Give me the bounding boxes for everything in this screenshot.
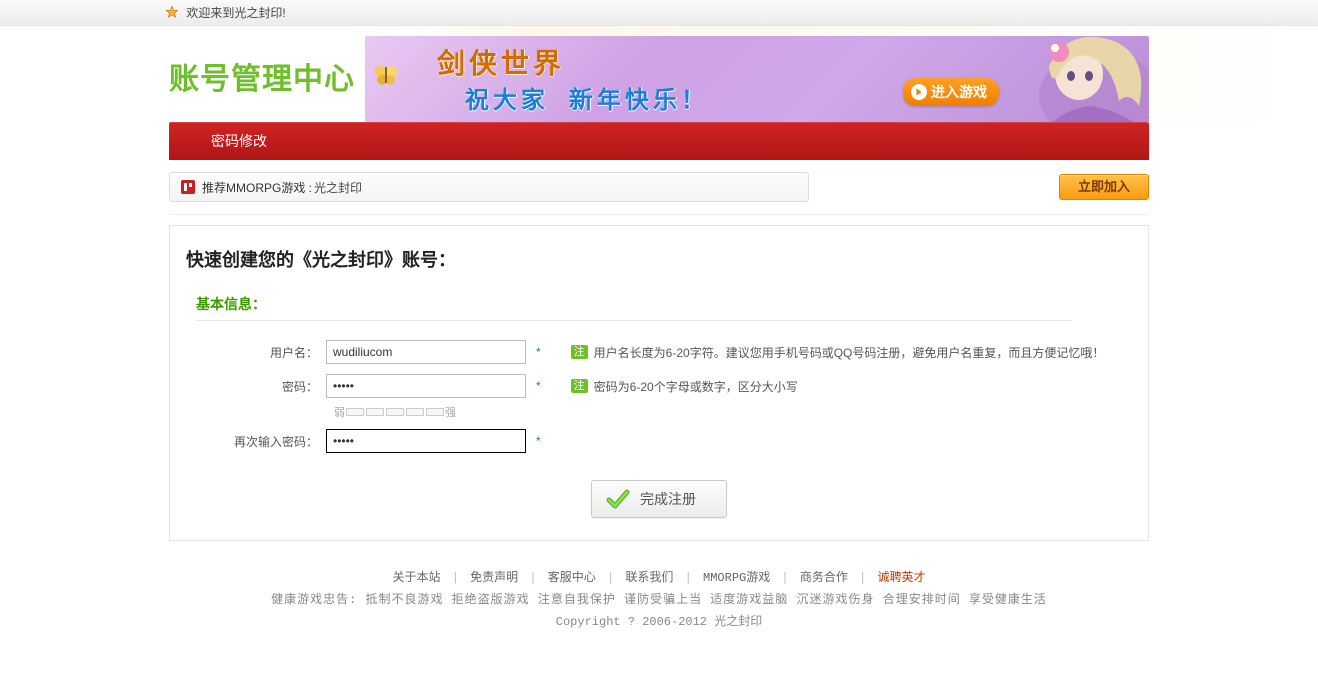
password-hint: 注 密码为6-20个字母或数字，区分大小写 xyxy=(571,378,798,395)
section-title: 基本信息： xyxy=(196,294,1072,321)
recommend-label: 推荐MMORPG游戏 : xyxy=(202,179,312,196)
separator: | xyxy=(677,571,699,585)
hint-badge: 注 xyxy=(571,379,588,393)
banner-subtitle: 祝大家 新年快乐！ xyxy=(465,80,709,115)
register-form: 用户名： * 注 用户名长度为6-20字符。建议您用手机号码或QQ号码注册，避免… xyxy=(186,335,1132,458)
recommend-game-link[interactable]: 光之封印 xyxy=(314,179,362,196)
recommend-row: 推荐MMORPG游戏 : 光之封印 立即加入 xyxy=(169,160,1149,215)
site-logo: 账号管理中心 xyxy=(169,36,355,118)
recommend-box: 推荐MMORPG游戏 : 光之封印 xyxy=(169,172,809,202)
password-label: 密码： xyxy=(186,378,326,395)
password-strength-meter: 弱 强 xyxy=(334,404,456,420)
hint-badge: 注 xyxy=(571,345,588,359)
username-input[interactable] xyxy=(326,340,526,364)
welcome-text: 欢迎来到光之封印! xyxy=(186,6,285,20)
separator: | xyxy=(774,571,796,585)
row-username: 用户名： * 注 用户名长度为6-20字符。建议您用手机号码或QQ号码注册，避免… xyxy=(186,335,1132,369)
footer-link[interactable]: 免责声明 xyxy=(466,571,522,585)
footer-link[interactable]: 商务合作 xyxy=(796,571,852,585)
submit-row: 完成注册 xyxy=(186,480,1132,518)
footer-links: 关于本站 | 免责声明 | 客服中心 | 联系我们 | MMORPG游戏 | 商… xyxy=(169,567,1149,589)
register-panel: 快速创建您的《光之封印》账号： 基本信息： 用户名： * 注 用户名长度为6-2… xyxy=(169,225,1149,541)
password-confirm-input[interactable] xyxy=(326,429,526,453)
banner-title: 剑侠世界 xyxy=(437,42,565,82)
separator: | xyxy=(445,571,467,585)
row-password-confirm: 再次输入密码： * xyxy=(186,424,1132,458)
separator: | xyxy=(600,571,622,585)
footer-link[interactable]: MMORPG游戏 xyxy=(699,571,774,585)
footer-link[interactable]: 客服中心 xyxy=(544,571,600,585)
footer-health-notice: 健康游戏忠告: 抵制不良游戏 拒绝盗版游戏 注意自我保护 谨防受骗上当 适度游戏… xyxy=(169,589,1149,611)
strength-bar xyxy=(366,408,384,416)
required-mark: * xyxy=(536,345,541,359)
footer-copyright: Copyright ? 2006-2012 光之封印 xyxy=(169,611,1149,633)
footer: 关于本站 | 免责声明 | 客服中心 | 联系我们 | MMORPG游戏 | 商… xyxy=(169,567,1149,673)
required-mark: * xyxy=(536,379,541,393)
arrow-right-icon xyxy=(911,84,927,100)
strength-bar xyxy=(386,408,404,416)
required-mark: * xyxy=(536,434,541,448)
star-icon xyxy=(165,2,179,16)
strength-weak-label: 弱 xyxy=(334,404,345,420)
strength-bar xyxy=(426,408,444,416)
check-icon xyxy=(606,487,630,511)
username-label: 用户名： xyxy=(186,344,326,361)
footer-link[interactable]: 关于本站 xyxy=(389,571,445,585)
strength-bar xyxy=(346,408,364,416)
panel-title: 快速创建您的《光之封印》账号： xyxy=(186,246,1132,272)
footer-link[interactable]: 联系我们 xyxy=(621,571,677,585)
top-welcome-bar: 欢迎来到光之封印! xyxy=(0,0,1318,26)
character-art xyxy=(979,36,1149,122)
strength-bar xyxy=(406,408,424,416)
butterfly-icon xyxy=(373,62,399,88)
header-area: 账号管理中心 剑侠世界 祝大家 新年快乐！ 进入游戏 xyxy=(0,26,1318,122)
promo-banner: 剑侠世界 祝大家 新年快乐！ 进入游戏 xyxy=(365,36,1149,122)
separator: | xyxy=(522,571,544,585)
username-hint-text: 用户名长度为6-20字符。建议您用手机号码或QQ号码注册，避免用户名重复，而且方… xyxy=(594,344,1105,361)
password-hint-text: 密码为6-20个字母或数字，区分大小写 xyxy=(594,378,798,395)
strength-strong-label: 强 xyxy=(445,404,456,420)
separator: | xyxy=(852,571,874,585)
page-section-bar: 密码修改 xyxy=(169,122,1149,160)
username-hint: 注 用户名长度为6-20字符。建议您用手机号码或QQ号码注册，避免用户名重复，而… xyxy=(571,344,1105,361)
section-bar-title: 密码修改 xyxy=(211,133,267,149)
row-password: 密码： * 注 密码为6-20个字母或数字，区分大小写 xyxy=(186,369,1132,403)
footer-link[interactable]: 诚聘英才 xyxy=(873,571,929,585)
password-confirm-label: 再次输入密码： xyxy=(186,433,326,450)
submit-label: 完成注册 xyxy=(640,489,696,509)
game-icon xyxy=(180,179,196,195)
row-strength: 弱 强 xyxy=(186,403,1132,424)
join-now-button[interactable]: 立即加入 xyxy=(1059,174,1149,200)
submit-register-button[interactable]: 完成注册 xyxy=(591,480,727,518)
password-input[interactable] xyxy=(326,374,526,398)
